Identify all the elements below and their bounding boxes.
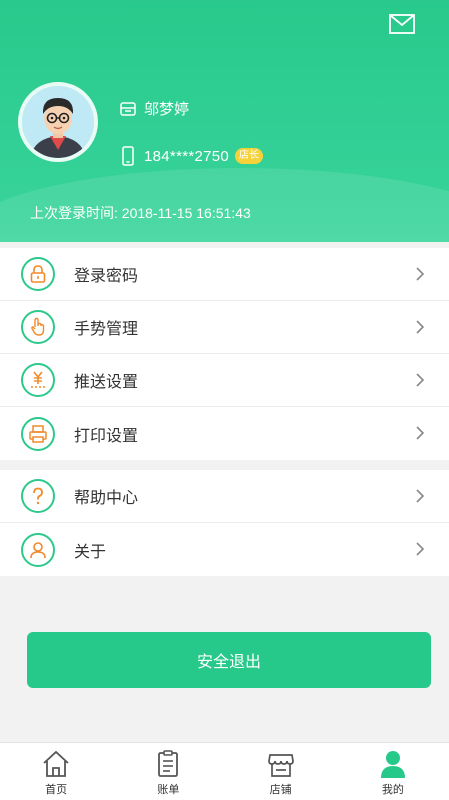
profile-icon bbox=[380, 751, 405, 778]
phone-number: 184****2750 bbox=[144, 147, 230, 165]
chevron-right-icon bbox=[416, 373, 425, 387]
profile-header: 邬梦婷 184****2750 店长 上次登录时间: 2018-11-15 16… bbox=[0, 0, 449, 242]
tab-bill[interactable]: 账单 bbox=[112, 743, 224, 800]
bill-icon bbox=[158, 750, 179, 777]
info-menu-group: 帮助中心 关于 bbox=[0, 470, 449, 576]
tab-store[interactable]: 店铺 bbox=[225, 743, 337, 800]
menu-item-print-settings[interactable]: 打印设置 bbox=[0, 407, 449, 460]
menu-item-login-password[interactable]: 登录密码 bbox=[0, 248, 449, 301]
menu-label: 打印设置 bbox=[74, 427, 139, 445]
settings-menu-group: 登录密码 手势管理 推送设置 打印设置 bbox=[0, 248, 449, 460]
chevron-right-icon bbox=[416, 542, 425, 556]
avatar-illustration bbox=[22, 86, 94, 158]
menu-label: 关于 bbox=[74, 543, 107, 561]
store-icon bbox=[267, 754, 294, 777]
tab-label: 店铺 bbox=[269, 784, 292, 796]
menu-item-push-settings[interactable]: 推送设置 bbox=[0, 354, 449, 407]
tab-profile[interactable]: 我的 bbox=[337, 743, 449, 800]
lock-icon bbox=[21, 257, 55, 291]
tab-label: 账单 bbox=[157, 784, 180, 796]
logout-button[interactable]: 安全退出 bbox=[27, 632, 431, 688]
chevron-right-icon bbox=[416, 320, 425, 334]
bottom-tab-bar: 首页 账单 店铺 我的 bbox=[0, 742, 449, 800]
printer-icon bbox=[21, 416, 55, 451]
yen-push-icon bbox=[21, 363, 55, 397]
home-icon bbox=[43, 750, 69, 777]
menu-item-about[interactable]: 关于 bbox=[0, 523, 449, 576]
user-name-row: 邬梦婷 bbox=[120, 98, 189, 119]
menu-label: 登录密码 bbox=[74, 268, 139, 285]
hand-gesture-icon bbox=[21, 310, 55, 344]
menu-label: 帮助中心 bbox=[74, 490, 139, 507]
mail-icon[interactable] bbox=[389, 14, 415, 34]
tab-label: 首页 bbox=[45, 784, 68, 796]
role-badge: 店长 bbox=[235, 148, 264, 164]
shop-icon bbox=[120, 101, 136, 116]
phone-icon bbox=[122, 146, 134, 166]
menu-label: 推送设置 bbox=[74, 374, 139, 391]
chevron-right-icon bbox=[416, 426, 425, 440]
phone-row: 184****2750 店长 bbox=[122, 146, 264, 166]
chevron-right-icon bbox=[416, 267, 425, 281]
menu-item-help-center[interactable]: 帮助中心 bbox=[0, 470, 449, 523]
menu-item-gesture[interactable]: 手势管理 bbox=[0, 301, 449, 354]
menu-label: 手势管理 bbox=[74, 321, 139, 338]
last-login-time: 上次登录时间: 2018-11-15 16:51:43 bbox=[30, 205, 251, 221]
about-user-icon bbox=[21, 532, 55, 567]
tab-home[interactable]: 首页 bbox=[0, 743, 112, 800]
user-name: 邬梦婷 bbox=[144, 101, 190, 118]
chevron-right-icon bbox=[416, 489, 425, 503]
help-icon bbox=[21, 479, 55, 513]
avatar[interactable] bbox=[18, 82, 98, 162]
tab-label: 我的 bbox=[381, 784, 404, 796]
